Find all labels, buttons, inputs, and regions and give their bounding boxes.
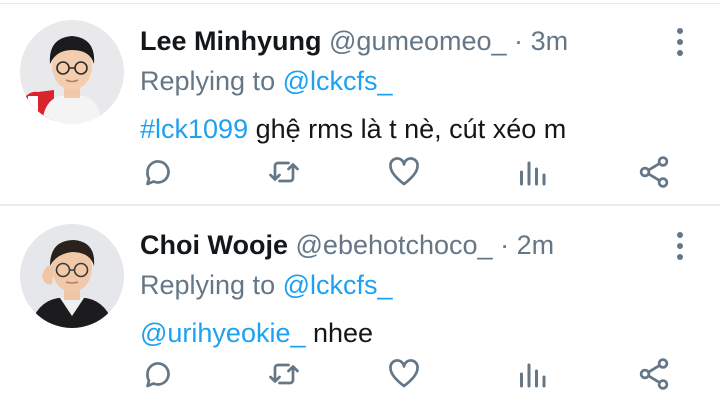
replying-to-link[interactable]: @lckcfs_ [283,270,393,300]
author-handle[interactable]: @ebehotchoco_ [296,230,493,260]
like-icon[interactable] [386,356,426,396]
reply-icon[interactable] [140,356,180,396]
hashtag-link[interactable]: #lck1099 [140,114,248,144]
retweet-icon[interactable] [266,356,306,396]
tweet-text: @urihyeokie_ nhee [140,316,650,350]
share-icon[interactable] [636,154,676,194]
more-options-icon[interactable] [674,28,686,58]
tweet-text-rest: nhee [305,318,374,348]
author-name[interactable]: Choi Wooje [140,230,288,260]
stats-icon[interactable] [514,356,554,396]
stats-icon[interactable] [514,154,554,194]
tweet-text-rest: ghệ rms là t nè, cút xéo m [248,114,567,144]
tweet-body: Choi Wooje @ebehotchoco_ · 2m Replying t… [140,228,650,350]
timestamp[interactable]: 2m [517,230,555,260]
avatar-shirt-text: T1 [27,111,36,121]
tweet-body: Lee Minhyung @gumeomeo_ · 3m Replying to… [140,24,650,146]
tweet[interactable]: T1 Lee Minhyung @gumeomeo_ · 3m Replying… [0,4,720,206]
retweet-icon[interactable] [266,154,306,194]
separator: · [514,26,524,56]
tweet-text: #lck1099 ghệ rms là t nè, cút xéo m [140,112,650,146]
replying-to-link[interactable]: @lckcfs_ [283,66,393,96]
tweet-header: Lee Minhyung @gumeomeo_ · 3m [140,24,650,58]
separator: · [500,230,510,260]
timestamp[interactable]: 3m [531,26,569,56]
mention-link[interactable]: @urihyeokie_ [140,318,306,348]
tweet-actions [140,356,680,396]
author-handle[interactable]: @gumeomeo_ [329,26,507,56]
reply-icon[interactable] [140,154,180,194]
replying-prefix: Replying to [140,66,276,96]
tweet-header: Choi Wooje @ebehotchoco_ · 2m [140,228,650,262]
like-icon[interactable] [386,154,426,194]
avatar[interactable] [20,224,124,328]
replying-prefix: Replying to [140,270,276,300]
tweet-actions [140,154,680,194]
replying-to: Replying to @lckcfs_ [140,64,650,98]
tweet[interactable]: Choi Wooje @ebehotchoco_ · 2m Replying t… [0,208,720,406]
replying-to: Replying to @lckcfs_ [140,268,650,302]
avatar[interactable]: T1 [20,20,124,124]
share-icon[interactable] [636,356,676,396]
author-name[interactable]: Lee Minhyung [140,26,322,56]
more-options-icon[interactable] [674,232,686,262]
